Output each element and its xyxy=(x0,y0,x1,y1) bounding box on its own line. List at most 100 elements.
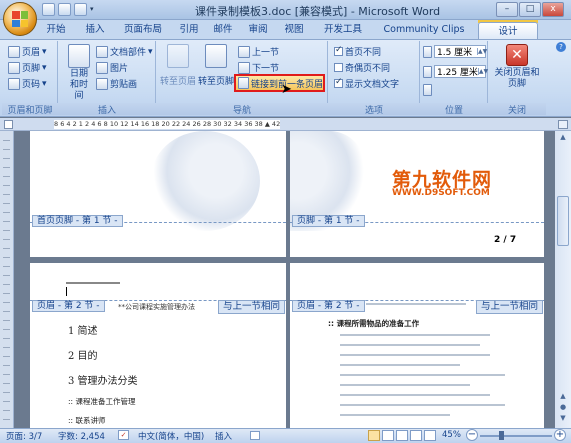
next-page-icon[interactable]: ▼ xyxy=(556,414,570,424)
page-background-graphic xyxy=(150,131,260,231)
vertical-ruler-ticks xyxy=(3,140,10,420)
tab-developer[interactable]: 开发工具 xyxy=(318,21,368,39)
tab-design[interactable]: 设计 xyxy=(478,22,538,40)
show-document-text-checkbox[interactable]: 显示文档文字 xyxy=(334,77,399,90)
different-first-page-checkbox[interactable]: 首页不同 xyxy=(334,45,381,58)
language-indicator[interactable]: 中文(简体，中国) xyxy=(138,430,204,442)
print-layout-view-icon[interactable] xyxy=(368,430,380,441)
dropdown-icon: ▾ xyxy=(42,46,47,57)
view-ruler-icon[interactable] xyxy=(558,120,568,129)
body-text-lines xyxy=(340,334,530,416)
next-section-button[interactable]: 下一节 xyxy=(238,61,279,74)
close-header-footer-button[interactable]: ✕ 关闭页眉和页脚 xyxy=(492,44,542,90)
qat-dropdown-icon[interactable]: ▾ xyxy=(90,3,98,16)
scroll-up-icon[interactable]: ▲ xyxy=(556,133,570,143)
header-text-lines xyxy=(366,303,470,305)
tab-page-layout[interactable]: 页面布局 xyxy=(118,21,168,39)
spinner-icon: ▲▼ xyxy=(477,68,489,75)
page-indicator[interactable]: 页面: 3/7 xyxy=(6,430,42,442)
maximize-button[interactable]: □ xyxy=(519,2,541,17)
previous-page-icon[interactable]: ▲ xyxy=(556,392,570,402)
footer-distance-field[interactable]: 1.25 厘米 ▲▼ xyxy=(423,65,489,78)
minimize-button[interactable]: – xyxy=(496,2,518,17)
text-cursor xyxy=(66,287,67,296)
quick-parts-button[interactable]: 文档部件 ▾ xyxy=(96,45,153,58)
close-x-icon: ✕ xyxy=(506,44,528,66)
sub-item: :: 联系讲师 xyxy=(68,416,106,425)
tab-home[interactable]: 开始 xyxy=(40,21,72,39)
tab-references[interactable]: 引用 xyxy=(176,21,202,39)
same-as-previous-label: 与上一节相同 xyxy=(218,300,286,314)
header-text: **公司课程实施管理办法 xyxy=(118,303,195,311)
same-as-previous-label: 与上一节相同 xyxy=(476,300,544,314)
checkbox-checked-icon xyxy=(334,45,343,56)
header-button[interactable]: 页眉 ▾ xyxy=(8,45,47,58)
goto-header-button[interactable]: 转至页眉 xyxy=(160,44,196,87)
outline-view-icon[interactable] xyxy=(410,430,422,441)
zoom-level[interactable]: 45% xyxy=(442,430,461,440)
page-number-icon xyxy=(8,77,20,90)
spinner-icon: ▲▼ xyxy=(477,48,488,55)
header-text-line xyxy=(66,282,120,284)
tab-community-clips[interactable]: Community Clips xyxy=(378,21,470,39)
undo-icon[interactable] xyxy=(58,3,71,16)
checkbox-icon xyxy=(334,63,343,72)
footer-button[interactable]: 页脚 ▾ xyxy=(8,61,47,74)
picture-icon xyxy=(96,61,108,74)
group-label: 选项 xyxy=(328,103,420,116)
different-odd-even-checkbox[interactable]: 奇偶页不同 xyxy=(334,61,390,74)
outline-item: 3 管理办法分类 xyxy=(68,376,138,387)
close-button[interactable]: x xyxy=(542,2,564,17)
link-icon xyxy=(238,77,249,89)
word-count[interactable]: 字数: 2,454 xyxy=(58,430,105,442)
zoom-slider[interactable] xyxy=(480,435,552,437)
group-label: 页眉和页脚 xyxy=(2,103,58,116)
footer-label: 页脚 - 第 1 节 - xyxy=(292,215,365,227)
goto-footer-button[interactable]: 转至页脚 xyxy=(198,44,234,87)
zoom-slider-thumb[interactable] xyxy=(499,431,504,440)
insert-alignment-tab-button[interactable] xyxy=(423,84,432,96)
full-screen-view-icon[interactable] xyxy=(382,430,394,441)
watermark-url: WWW.D9SOFT.COM xyxy=(392,188,490,198)
tab-insert[interactable]: 插入 xyxy=(80,21,110,39)
link-to-previous-button[interactable]: 链接到前一条页眉 xyxy=(234,74,325,92)
goto-header-icon xyxy=(167,44,189,68)
dropdown-icon: ▾ xyxy=(42,62,47,73)
web-layout-view-icon[interactable] xyxy=(396,430,408,441)
vertical-scrollbar[interactable] xyxy=(555,131,571,428)
tab-mailings[interactable]: 邮件 xyxy=(210,21,236,39)
previous-section-button[interactable]: 上一节 xyxy=(238,45,279,58)
insert-mode[interactable]: 插入 xyxy=(215,430,232,442)
header-label-section-2: 页眉 - 第 2 节 - xyxy=(32,300,105,312)
draft-view-icon[interactable] xyxy=(424,430,436,441)
page-number-button[interactable]: 页码 ▾ xyxy=(8,77,47,90)
office-button[interactable] xyxy=(3,2,37,36)
redo-icon[interactable] xyxy=(74,3,87,16)
save-icon[interactable] xyxy=(42,3,55,16)
previous-section-icon xyxy=(238,45,250,58)
header-label-section-2: 页眉 - 第 2 节 - xyxy=(292,300,365,312)
outline-item: 1 简述 xyxy=(68,326,98,337)
macro-record-icon[interactable] xyxy=(250,431,260,440)
zoom-out-icon[interactable]: − xyxy=(466,429,478,441)
checkbox-checked-icon xyxy=(334,77,343,88)
help-icon[interactable]: ? xyxy=(556,42,566,52)
scrollbar-thumb[interactable] xyxy=(557,196,569,246)
office-logo-icon xyxy=(12,11,28,27)
picture-button[interactable]: 图片 xyxy=(96,61,128,74)
clipart-icon xyxy=(96,77,108,90)
header-distance-icon xyxy=(423,45,432,58)
section-heading: :: 课程所需物品的准备工作 xyxy=(328,319,420,328)
group-label: 导航 xyxy=(156,103,328,116)
header-distance-field[interactable]: 1.5 厘米 ▲▼ xyxy=(423,45,488,58)
tab-selector-icon[interactable] xyxy=(4,120,13,129)
tab-view[interactable]: 视图 xyxy=(280,21,308,39)
zoom-in-icon[interactable]: + xyxy=(554,429,566,441)
group-label: 位置 xyxy=(420,103,488,116)
browse-object-icon[interactable]: ● xyxy=(556,403,570,413)
tab-review[interactable]: 审阅 xyxy=(244,21,272,39)
clipart-button[interactable]: 剪贴画 xyxy=(96,77,137,90)
datetime-button[interactable]: 日期和时间 xyxy=(64,44,94,102)
quick-parts-icon xyxy=(96,45,108,58)
proofing-icon[interactable]: ✓ xyxy=(118,430,129,440)
